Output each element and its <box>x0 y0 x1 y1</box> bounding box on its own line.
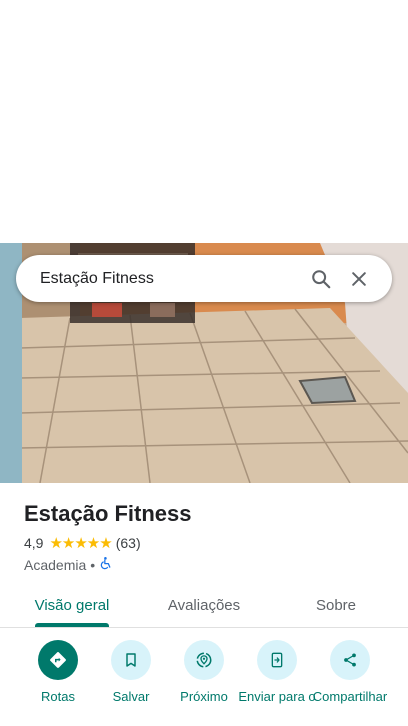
directions-button[interactable]: Rotas <box>18 640 98 704</box>
send-to-phone-icon <box>257 640 297 680</box>
close-icon[interactable] <box>340 260 378 298</box>
place-category: Academia <box>24 556 87 573</box>
save-button[interactable]: Salvar <box>91 640 171 704</box>
search-bar[interactable]: Estação Fitness <box>16 255 392 302</box>
search-query[interactable]: Estação Fitness <box>40 270 302 288</box>
bookmark-icon <box>111 640 151 680</box>
star-rating-icon: ★★★★★ <box>49 535 112 552</box>
rating-row[interactable]: 4,9 ★★★★★ (63) <box>24 534 384 552</box>
search-icon[interactable] <box>302 260 340 298</box>
share-button[interactable]: Compartilhar <box>310 640 390 704</box>
tab-about[interactable]: Sobre <box>288 583 384 627</box>
nearby-label: Próximo <box>180 689 228 704</box>
review-count: (63) <box>115 535 141 551</box>
active-tab-indicator <box>35 623 109 627</box>
place-title: Estação Fitness <box>24 501 192 526</box>
directions-label: Rotas <box>41 689 75 704</box>
send-to-phone-label: Enviar para o <box>238 689 316 704</box>
map-empty-area <box>0 0 408 243</box>
action-bar: Rotas Salvar Próximo Enviar para o Compa… <box>0 640 408 726</box>
separator-dot: • <box>90 556 96 573</box>
share-label: Compartilhar <box>312 689 388 704</box>
send-to-phone-button[interactable]: Enviar para o <box>237 640 317 704</box>
tab-reviews[interactable]: Avaliações <box>156 583 252 627</box>
rating-value: 4,9 <box>24 535 44 551</box>
share-icon <box>330 640 370 680</box>
tab-overview[interactable]: Visão geral <box>24 583 120 627</box>
place-info: Estação Fitness 4,9 ★★★★★ (63) Academia … <box>24 500 384 573</box>
place-tabs: Visão geral Avaliações Sobre <box>0 583 408 628</box>
save-label: Salvar <box>112 689 150 704</box>
category-row: Academia • <box>24 556 384 573</box>
wheelchair-accessible-icon <box>99 556 113 573</box>
nearby-icon <box>184 640 224 680</box>
nearby-button[interactable]: Próximo <box>164 640 244 704</box>
directions-icon <box>38 640 78 680</box>
